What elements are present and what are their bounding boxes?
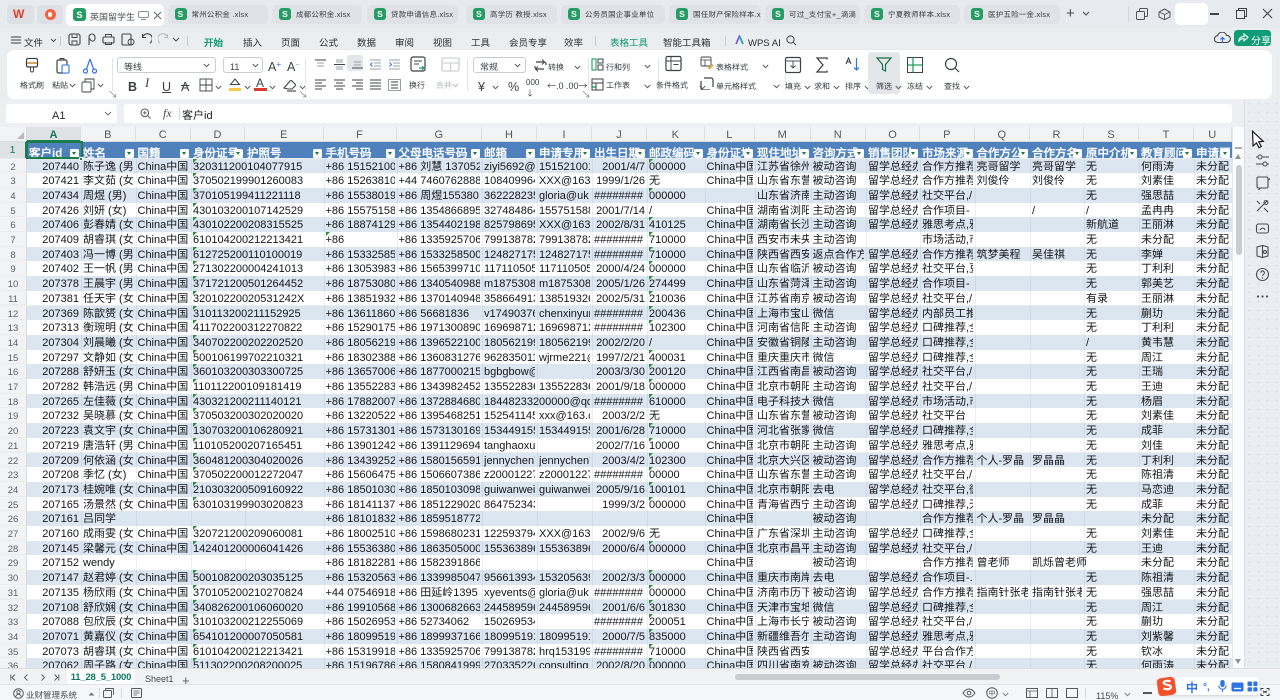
- svg-text:中: 中: [989, 689, 996, 699]
